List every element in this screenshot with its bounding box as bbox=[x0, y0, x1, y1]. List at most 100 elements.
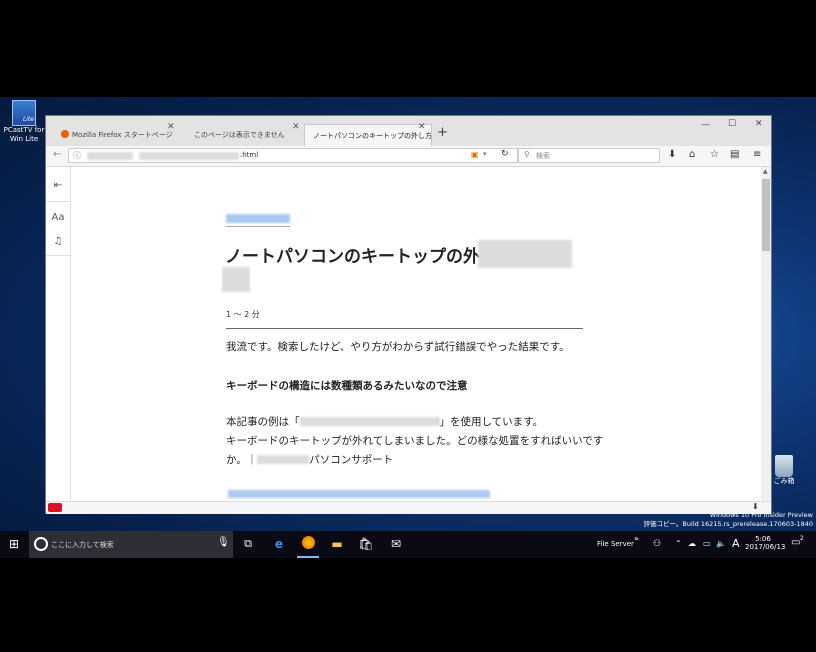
ime-indicator[interactable]: A bbox=[732, 537, 740, 550]
text-segment: パソコンサポート bbox=[309, 454, 394, 466]
adblock-icon[interactable] bbox=[48, 503, 62, 512]
scrollbar-thumb[interactable] bbox=[762, 179, 770, 251]
reload-icon[interactable]: ↻ bbox=[501, 149, 509, 159]
close-reader-view-icon[interactable]: ⇤ bbox=[49, 177, 67, 195]
windows-start-icon[interactable]: ⊞ bbox=[6, 536, 22, 552]
url-redacted bbox=[87, 152, 133, 160]
divider bbox=[46, 201, 70, 202]
font-settings-button[interactable]: Aa bbox=[49, 209, 67, 227]
taskbar: ⊞ ここに入力して検索 🎙 ⧉ e ▬ 🛍 ✉ File Server » ⚇ … bbox=[0, 531, 816, 558]
hamburger-menu-icon[interactable]: ≡ bbox=[753, 149, 761, 160]
recycle-bin-desktop-icon[interactable]: ごみ箱 bbox=[767, 455, 801, 486]
paragraph-1: 我流です。検索したけど、やり方がわからず試行錯誤でやった結果です。 bbox=[226, 341, 570, 353]
divider bbox=[226, 328, 583, 329]
status-bar: ⬇ bbox=[46, 501, 771, 514]
people-icon[interactable]: ⚇ bbox=[653, 539, 661, 549]
url-redacted bbox=[139, 152, 239, 160]
new-tab-button[interactable]: + bbox=[437, 125, 448, 140]
network-icon[interactable]: ▭ bbox=[703, 539, 711, 548]
taskbar-search-placeholder: ここに入力して検索 bbox=[51, 541, 114, 549]
download-icon[interactable]: ⬇ bbox=[668, 149, 676, 160]
pcasttv-app-icon: Lite bbox=[12, 100, 36, 126]
article-title: ノートパソコンのキートップの外し方 bbox=[225, 247, 514, 267]
firefox-favicon-icon bbox=[61, 130, 69, 138]
scroll-up-icon[interactable]: ▲ bbox=[763, 168, 768, 175]
info-icon[interactable]: ⓘ bbox=[73, 150, 81, 161]
file-server-toolbar[interactable]: File Server bbox=[597, 540, 634, 548]
library-icon[interactable]: ▤ bbox=[730, 149, 739, 160]
notification-count: 2 bbox=[800, 535, 804, 542]
recycle-bin-label: ごみ箱 bbox=[773, 477, 795, 485]
tab-firefox-start[interactable]: Mozilla Firefox スタートページ bbox=[53, 124, 178, 146]
tab-error-page[interactable]: このページは表示できません bbox=[186, 124, 306, 146]
divider bbox=[46, 255, 70, 256]
url-bar[interactable]: ⓘ .html ▣ ▾ ↻ bbox=[68, 148, 518, 163]
bookmark-star-icon[interactable]: ☆ bbox=[710, 149, 719, 160]
file-explorer-icon[interactable]: ▬ bbox=[329, 536, 345, 552]
tab-label: Mozilla Firefox スタートページ bbox=[72, 131, 173, 139]
tab-close-icon[interactable]: ✕ bbox=[418, 122, 426, 132]
vertical-scrollbar[interactable]: ▲ bbox=[761, 167, 771, 501]
firefox-window: Mozilla Firefox スタートページ ✕ このページは表示できません … bbox=[45, 115, 772, 514]
title-redacted bbox=[478, 240, 572, 268]
cortana-icon bbox=[34, 537, 48, 551]
navigation-toolbar: ← ⓘ .html ▣ ▾ ↻ ⚲ 検索 ⬇ ⌂ ☆ ▤ ≡ bbox=[46, 146, 771, 167]
title-redacted bbox=[222, 267, 250, 292]
minimize-button[interactable]: — bbox=[701, 120, 710, 130]
onedrive-icon[interactable]: ☁ bbox=[688, 539, 696, 548]
tab-bar: Mozilla Firefox スタートページ ✕ このページは表示できません … bbox=[46, 116, 771, 146]
site-link-redacted[interactable] bbox=[226, 214, 290, 223]
clock-date: 2017/06/13 bbox=[745, 543, 786, 551]
pcasttv-desktop-icon[interactable]: Lite PCastTV for Win Lite bbox=[2, 100, 46, 144]
watermark-line2: 評価コピー。Build 16215.rs_prerelease.170603-1… bbox=[643, 520, 814, 528]
download-status-icon[interactable]: ⬇ bbox=[752, 502, 759, 511]
narrate-icon[interactable]: ♫ bbox=[49, 233, 67, 251]
mail-icon[interactable]: ✉ bbox=[388, 536, 404, 552]
divider bbox=[226, 226, 290, 227]
text-redacted bbox=[299, 417, 440, 426]
chevron-down-icon[interactable]: ▾ bbox=[483, 150, 487, 158]
read-time: 1 〜 2 分 bbox=[226, 310, 260, 319]
text-segment: か。｜ bbox=[226, 454, 258, 466]
clock[interactable]: 5:06 2017/06/13 bbox=[745, 535, 786, 551]
maximize-button[interactable]: ☐ bbox=[728, 119, 736, 129]
taskbar-search-box[interactable]: ここに入力して検索 🎙 bbox=[29, 531, 233, 558]
reader-toolbar: ⇤ Aa ♫ bbox=[46, 167, 71, 501]
firefox-icon bbox=[301, 536, 315, 549]
search-placeholder: 検索 bbox=[536, 152, 550, 160]
rss-icon[interactable]: ▣ bbox=[471, 150, 479, 159]
toolbar-expand-icon[interactable]: » bbox=[634, 534, 639, 543]
lite-badge: Lite bbox=[22, 116, 34, 123]
tab-label: ノートパソコンのキートップの外し方 - bbox=[313, 132, 432, 140]
url-text: .html bbox=[240, 151, 259, 159]
text-segment: 本記事の例は「 bbox=[226, 416, 300, 428]
tab-label: このページは表示できません bbox=[194, 131, 285, 139]
paragraph-2-line-3: か。｜ パソコンサポート bbox=[226, 452, 393, 467]
store-icon[interactable]: 🛍 bbox=[358, 536, 374, 552]
paragraph-2-line-2: キーボードのキートップが外れてしまいました。どの様な処置をすればいいです bbox=[226, 435, 604, 447]
back-arrow-icon[interactable]: ← bbox=[53, 149, 61, 160]
home-icon[interactable]: ⌂ bbox=[689, 149, 695, 160]
text-redacted bbox=[257, 455, 310, 464]
clock-time: 5:06 bbox=[755, 535, 771, 543]
tab-close-icon[interactable]: ✕ bbox=[292, 122, 300, 132]
link-redacted[interactable] bbox=[228, 490, 490, 498]
paragraph-2-line-1: 本記事の例は「 」を使用しています。 bbox=[226, 414, 543, 429]
firefox-taskbar-icon[interactable] bbox=[300, 536, 316, 552]
search-icon: ⚲ bbox=[524, 150, 530, 159]
active-app-indicator bbox=[297, 556, 319, 558]
microphone-icon: 🎙 bbox=[217, 537, 230, 548]
pcasttv-label: PCastTV for Win Lite bbox=[3, 126, 45, 143]
text-segment: 」を使用しています。 bbox=[439, 416, 544, 428]
search-box[interactable]: ⚲ 検索 bbox=[518, 148, 660, 163]
close-window-button[interactable]: ✕ bbox=[755, 119, 763, 129]
show-hidden-icons[interactable]: ⌃ bbox=[675, 539, 682, 548]
tab-close-icon[interactable]: ✕ bbox=[167, 122, 175, 132]
recycle-bin-icon bbox=[775, 455, 793, 477]
section-heading: キーボードの構造には数種類あるみたいなので注意 bbox=[226, 380, 468, 392]
tab-article[interactable]: ノートパソコンのキートップの外し方 - bbox=[304, 124, 432, 146]
reader-view: ⇤ Aa ♫ ノートパソコンのキートップの外し方 1 〜 2 分 我流です。検索… bbox=[46, 167, 771, 501]
task-view-icon[interactable]: ⧉ bbox=[240, 536, 256, 552]
edge-icon[interactable]: e bbox=[271, 536, 287, 552]
volume-icon[interactable]: 🔈 bbox=[716, 539, 726, 548]
